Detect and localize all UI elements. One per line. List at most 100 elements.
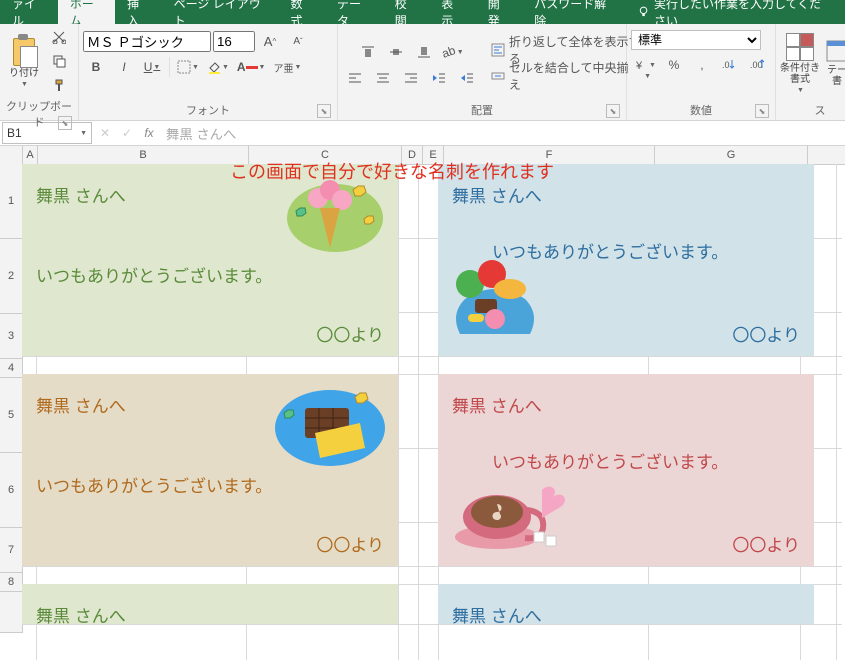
tab-data[interactable]: データ [325,0,383,24]
row-header-7[interactable]: 7 [0,528,22,573]
card-clip [440,244,550,364]
align-middle-button[interactable] [383,41,409,63]
enter-formula[interactable]: ✓ [116,126,138,140]
number-format-select[interactable]: 標準 [631,30,761,50]
formula-input[interactable] [160,123,845,143]
card-clip [270,378,390,488]
select-all-corner[interactable] [0,146,23,164]
svg-text:.0: .0 [722,60,730,70]
card-to: 舞黒 さんへ [452,392,542,417]
worksheet[interactable]: ABCDEFG 12345678 舞黒 さんへいつもありがとうございます。〇〇よ… [0,146,845,660]
tell-me[interactable]: 実行したい作業を入力してください [625,0,845,24]
phonetic-button[interactable]: ア亜▼ [270,56,304,78]
cond-fmt-icon [786,33,814,61]
col-header-C[interactable]: C [249,146,402,164]
inc-decimal-button[interactable]: .0 [717,54,743,76]
align-top-button[interactable] [355,41,381,63]
cancel-formula[interactable]: ✕ [94,126,116,140]
align-right-button[interactable] [398,67,424,89]
card-green[interactable]: 舞黒 さんへいつもありがとうございます。〇〇より [22,164,398,356]
font-size-select[interactable] [213,31,255,52]
col-header-D[interactable]: D [402,146,423,164]
font-color-button[interactable]: A▼ [234,56,269,78]
italic-button[interactable]: I [111,56,137,78]
comma-button[interactable]: , [689,54,715,76]
group-alignment-label: 配置 [471,105,493,117]
clipboard-launcher[interactable]: ⬊ [58,116,72,130]
conditional-format-button[interactable]: 条件付き 書式▼ [780,28,820,98]
row-header-4[interactable]: 4 [0,359,22,378]
alignment-launcher[interactable]: ⬊ [606,104,620,118]
font-name-select[interactable] [83,31,211,52]
ribbon: り付け ▼ クリップボード⬊ A^ Aˇ B I U▼ [0,24,845,121]
row-header-6[interactable]: 6 [0,453,22,528]
valign-top-icon [361,45,375,59]
row-header-8[interactable]: 8 [0,573,22,592]
col-header-B[interactable]: B [38,146,249,164]
card-body: いつもありがとうございます。 [36,262,272,287]
align-center-button[interactable] [370,67,396,89]
col-header-F[interactable]: F [444,146,655,164]
tab-formulas[interactable]: 数式 [278,0,325,24]
align-bottom-button[interactable] [411,41,437,63]
format-painter-button[interactable] [46,74,72,96]
wrap-icon [491,43,505,57]
bold-button[interactable]: B [83,56,109,78]
card-from: 〇〇より [316,531,384,556]
col-header-E[interactable]: E [423,146,444,164]
col-header-G[interactable]: G [655,146,808,164]
accounting-button[interactable]: ¥▼ [631,54,659,76]
tab-view[interactable]: 表示 [429,0,476,24]
merge-icon [491,69,505,83]
number-launcher[interactable]: ⬊ [755,104,769,118]
group-font-label: フォント [186,105,230,117]
copy-button[interactable] [46,50,72,72]
card6[interactable]: 舞黒 さんへ [438,584,814,624]
format-table-button[interactable]: テー 書 [822,28,845,98]
font-launcher[interactable]: ⬊ [317,104,331,118]
cut-button[interactable] [46,26,72,48]
card-blue[interactable]: 舞黒 さんへいつもありがとうございます。〇〇より [438,164,814,356]
border-icon [177,60,191,74]
table-icon [825,39,845,63]
halign-left-icon [348,71,362,85]
tab-review[interactable]: 校閲 [383,0,430,24]
row-header-2[interactable]: 2 [0,239,22,314]
row-header-[interactable] [0,592,22,633]
increase-font-button[interactable]: A^ [257,30,283,52]
group-clipboard: り付け ▼ クリップボード⬊ [0,24,79,120]
tab-page-layout[interactable]: ページ レイアウト [162,0,279,24]
card-to: 舞黒 さんへ [36,392,126,417]
group-number-label: 数値 [690,105,712,117]
card-tan[interactable]: 舞黒 さんへいつもありがとうございます。〇〇より [22,374,398,566]
align-left-button[interactable] [342,67,368,89]
fx-button[interactable]: fx [138,126,160,140]
inc-indent-button[interactable] [454,67,480,89]
ribbon-tabs: ァイル ホーム 挿入 ページ レイアウト 数式 データ 校閲 表示 開発 パスワ… [0,0,845,24]
tab-file[interactable]: ァイル [0,0,58,24]
tab-developer[interactable]: 開発 [476,0,523,24]
card-to: 舞黒 さんへ [452,182,542,207]
card5[interactable]: 舞黒 さんへ [22,584,398,624]
paste-button[interactable]: り付け ▼ [4,26,44,96]
copy-icon [52,54,66,68]
card-pink[interactable]: 舞黒 さんへいつもありがとうございます。〇〇より [438,374,814,566]
percent-button[interactable]: % [661,54,687,76]
underline-button[interactable]: U▼ [139,56,165,78]
fill-color-button[interactable]: ▼ [204,56,232,78]
orientation-button[interactable]: ab▼ [439,41,466,63]
borders-button[interactable]: ▼ [174,56,202,78]
row-header-5[interactable]: 5 [0,378,22,453]
tab-password[interactable]: パスワード解除 [522,0,625,24]
tab-home[interactable]: ホーム [58,0,115,24]
tab-insert[interactable]: 挿入 [115,0,162,24]
decrease-font-button[interactable]: Aˇ [285,30,311,52]
col-header-A[interactable]: A [23,146,38,164]
indent-icon [460,71,474,85]
dec-decimal-button[interactable]: .00 [745,54,771,76]
svg-text:¥: ¥ [635,60,643,72]
row-header-1[interactable]: 1 [0,164,22,239]
dec-indent-button[interactable] [426,67,452,89]
cells-area[interactable]: 舞黒 さんへいつもありがとうございます。〇〇より舞黒 さんへいつもありがとうござ… [22,164,845,660]
row-header-3[interactable]: 3 [0,314,22,359]
